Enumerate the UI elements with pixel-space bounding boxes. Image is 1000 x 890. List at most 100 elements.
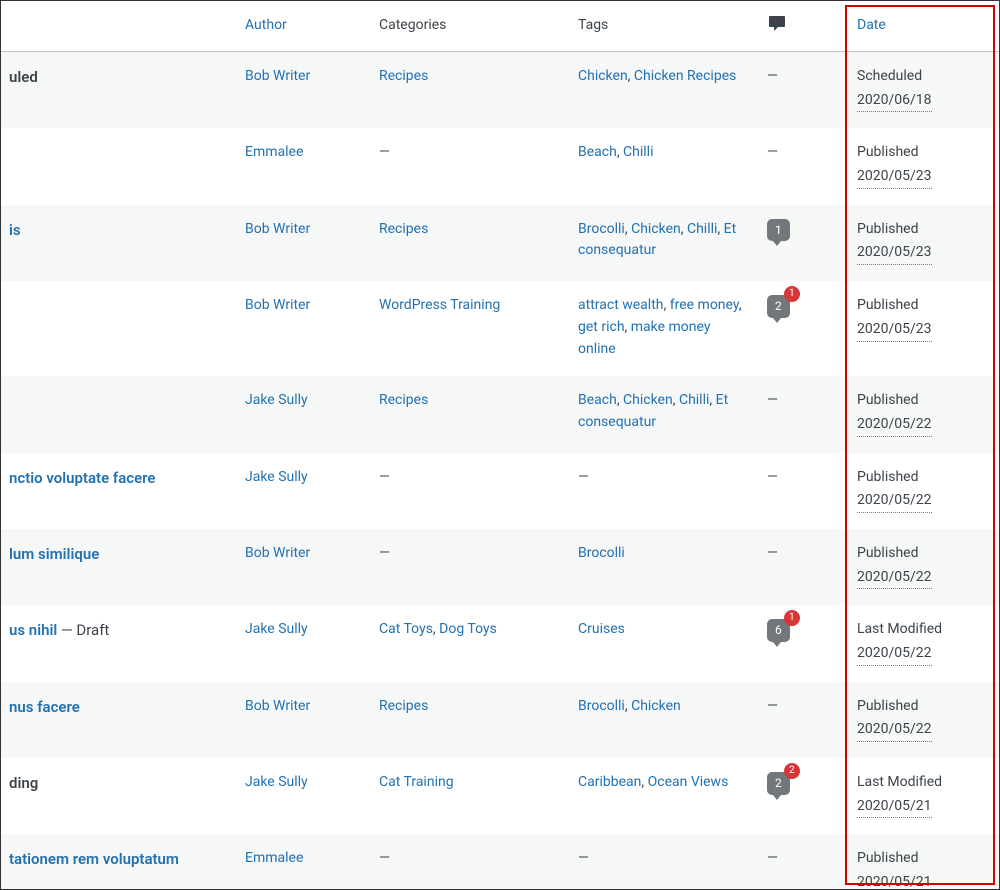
- post-status: Last Modified: [857, 619, 990, 641]
- table-row: dingJake SullyCat TrainingCaribbean, Oce…: [1, 758, 1000, 834]
- col-header-comments[interactable]: [757, 1, 847, 52]
- post-status: Published: [857, 219, 990, 241]
- tag-link[interactable]: Brocolli: [578, 221, 625, 237]
- author-link[interactable]: Emmalee: [245, 144, 303, 160]
- categories-cell: Cat Toys, Dog Toys: [369, 605, 568, 681]
- tag-link[interactable]: Brocolli: [578, 698, 625, 714]
- col-header-author[interactable]: Author: [235, 1, 369, 52]
- categories-cell: —: [369, 453, 568, 529]
- posts-table: Author Categories Tags Date uledBob Writ…: [1, 1, 1000, 890]
- date-cell: Last Modified2020/05/22: [847, 605, 1000, 681]
- tag-link[interactable]: Chicken: [631, 221, 681, 237]
- author-cell: Bob Writer: [235, 682, 369, 758]
- category-link[interactable]: Recipes: [379, 68, 428, 84]
- category-link[interactable]: Recipes: [379, 392, 428, 408]
- table-row: tationem rem voluptatumEmmalee———Publish…: [1, 834, 1000, 890]
- post-title-link[interactable]: tationem rem voluptatum: [9, 850, 179, 868]
- date-cell: Published2020/05/22: [847, 682, 1000, 758]
- comment-bubble[interactable]: 61: [767, 619, 790, 642]
- author-link[interactable]: Jake Sully: [245, 469, 308, 485]
- categories-cell: WordPress Training: [369, 281, 568, 376]
- tag-link[interactable]: Chicken Recipes: [634, 68, 736, 84]
- author-link[interactable]: Bob Writer: [245, 698, 310, 714]
- tag-link[interactable]: Beach: [578, 392, 617, 408]
- tag-link[interactable]: Beach: [578, 144, 617, 160]
- post-date: 2020/05/23: [857, 166, 932, 189]
- post-title-cell: [1, 128, 235, 204]
- category-link[interactable]: Cat Toys: [379, 621, 433, 637]
- category-link[interactable]: Recipes: [379, 698, 428, 714]
- tag-link[interactable]: free money: [670, 297, 739, 313]
- post-date: 2020/05/21: [857, 872, 932, 890]
- tag-link[interactable]: Chilli: [687, 221, 717, 237]
- tag-link[interactable]: Chicken: [631, 698, 681, 714]
- date-cell: Published2020/05/22: [847, 529, 1000, 605]
- post-title-cell: is: [1, 205, 235, 281]
- tag-link[interactable]: Ocean Views: [648, 774, 729, 790]
- author-link[interactable]: Bob Writer: [245, 545, 310, 561]
- post-date: 2020/05/22: [857, 490, 932, 513]
- col-header-tags: Tags: [568, 1, 757, 52]
- comment-bubble[interactable]: 21: [767, 295, 790, 318]
- author-link[interactable]: Jake Sully: [245, 392, 308, 408]
- author-link[interactable]: Bob Writer: [245, 68, 310, 84]
- comments-cell: —: [757, 128, 847, 204]
- tag-link[interactable]: Chicken: [623, 392, 673, 408]
- post-status: Published: [857, 467, 990, 489]
- empty-dash: —: [767, 144, 778, 160]
- category-link[interactable]: WordPress Training: [379, 297, 500, 313]
- tag-link[interactable]: Chilli: [679, 392, 709, 408]
- table-row: Bob Writer WordPress Training attract weal…: [1, 281, 1000, 376]
- author-link[interactable]: Jake Sully: [245, 774, 308, 790]
- tag-link[interactable]: Chilli: [623, 144, 653, 160]
- post-date: 2020/05/22: [857, 414, 932, 437]
- category-link[interactable]: Dog Toys: [439, 621, 497, 637]
- post-title-link[interactable]: us nihil: [9, 621, 57, 639]
- author-link[interactable]: Bob Writer: [245, 297, 310, 313]
- tags-cell: —: [568, 834, 757, 890]
- tag-link[interactable]: Brocolli: [578, 545, 625, 561]
- table-row: uledBob WriterRecipesChicken, Chicken Re…: [1, 52, 1000, 129]
- post-date: 2020/05/23: [857, 242, 932, 265]
- category-link[interactable]: Recipes: [379, 221, 428, 237]
- col-header-title[interactable]: [1, 1, 235, 52]
- author-link[interactable]: Bob Writer: [245, 221, 310, 237]
- empty-dash: —: [379, 850, 390, 866]
- author-cell: Jake Sully: [235, 453, 369, 529]
- table-row: nus facereBob WriterRecipesBrocolli, Chi…: [1, 682, 1000, 758]
- comment-bubble[interactable]: 22: [767, 772, 790, 795]
- tag-link[interactable]: get rich: [578, 319, 625, 335]
- tag-link[interactable]: attract wealth: [578, 297, 664, 313]
- categories-cell: —: [369, 128, 568, 204]
- post-title-cell: lum similique: [1, 529, 235, 605]
- tags-cell: Brocolli, Chicken, Chilli, Et consequatu…: [568, 205, 757, 281]
- tag-link[interactable]: Chicken: [578, 68, 628, 84]
- post-title-link[interactable]: nctio voluptate facere: [9, 469, 156, 487]
- categories-cell: —: [369, 529, 568, 605]
- post-title-link[interactable]: is: [9, 221, 21, 239]
- tags-cell: Caribbean, Ocean Views: [568, 758, 757, 834]
- comment-icon: [767, 13, 787, 33]
- tags-cell: Beach, Chilli: [568, 128, 757, 204]
- date-cell: Published2020/05/23: [847, 205, 1000, 281]
- author-cell: Bob Writer: [235, 281, 369, 376]
- empty-dash: —: [379, 469, 390, 485]
- empty-dash: —: [767, 469, 778, 485]
- post-title-link[interactable]: lum similique: [9, 545, 99, 563]
- post-status: Last Modified: [857, 772, 990, 794]
- author-link[interactable]: Emmalee: [245, 850, 303, 866]
- post-title-link[interactable]: nus facere: [9, 698, 80, 716]
- post-date: 2020/05/22: [857, 719, 932, 742]
- tag-link[interactable]: Caribbean: [578, 774, 641, 790]
- tag-link[interactable]: Cruises: [578, 621, 625, 637]
- comment-bubble[interactable]: 1: [767, 219, 790, 242]
- comments-cell: —: [757, 453, 847, 529]
- col-header-date[interactable]: Date: [847, 1, 1000, 52]
- table-row: Emmalee—Beach, Chilli—Published2020/05/2…: [1, 128, 1000, 204]
- categories-cell: Cat Training: [369, 758, 568, 834]
- table-row: lum similiqueBob Writer—Brocolli—Publish…: [1, 529, 1000, 605]
- author-cell: Emmalee: [235, 128, 369, 204]
- category-link[interactable]: Cat Training: [379, 774, 454, 790]
- date-cell: Published2020/05/21: [847, 834, 1000, 890]
- author-link[interactable]: Jake Sully: [245, 621, 308, 637]
